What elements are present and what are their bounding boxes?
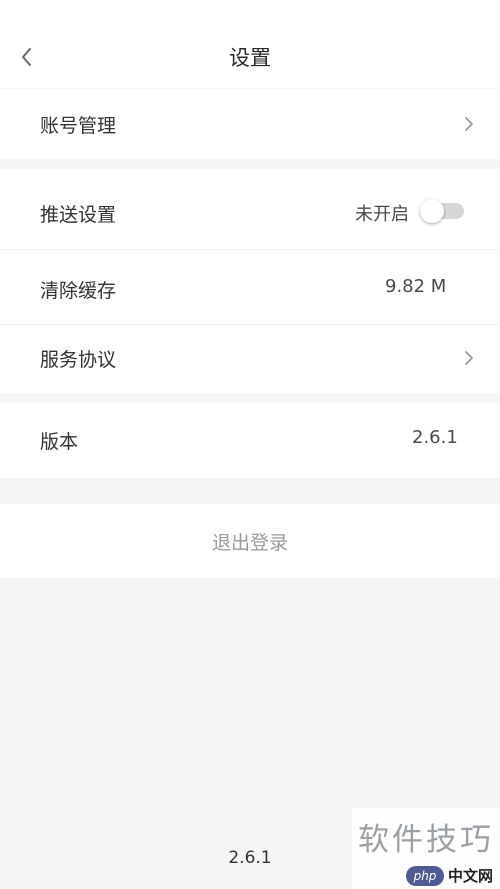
settings-row-service-agreement[interactable]: 服务协议 [0,325,500,393]
row-label-push: 推送设置 [40,204,117,226]
settings-row-cache[interactable]: 清除缓存 9.82 M [0,250,500,324]
push-toggle-switch[interactable] [420,199,464,223]
row-label-account: 账号管理 [40,115,117,137]
watermark-badge: php 中文网 [406,866,496,886]
row-label-cache: 清除缓存 [40,280,117,302]
row-label-version: 版本 [40,431,79,453]
settings-row-version: 版本 2.6.1 [0,402,500,478]
page-title: 设置 [229,46,271,70]
watermark-title: 软件技巧 [358,822,494,858]
logout-label: 退出登录 [211,532,288,554]
site-name: 中文网 [448,867,494,885]
toggle-knob [420,199,444,223]
logout-button[interactable]: 退出登录 [0,504,500,578]
settings-row-account[interactable]: 账号管理 [0,89,500,159]
chevron-right-icon [465,351,473,365]
row-label-service: 服务协议 [40,349,117,371]
chevron-right-icon [465,117,473,131]
push-status-text: 未开启 [355,204,409,225]
navigation-bar: 设置 [0,0,500,88]
cache-size-value: 9.82 M [385,276,447,297]
watermark: 软件技巧 php 中文网 [352,808,500,889]
version-value: 2.6.1 [412,427,458,448]
php-logo: php [406,866,444,886]
